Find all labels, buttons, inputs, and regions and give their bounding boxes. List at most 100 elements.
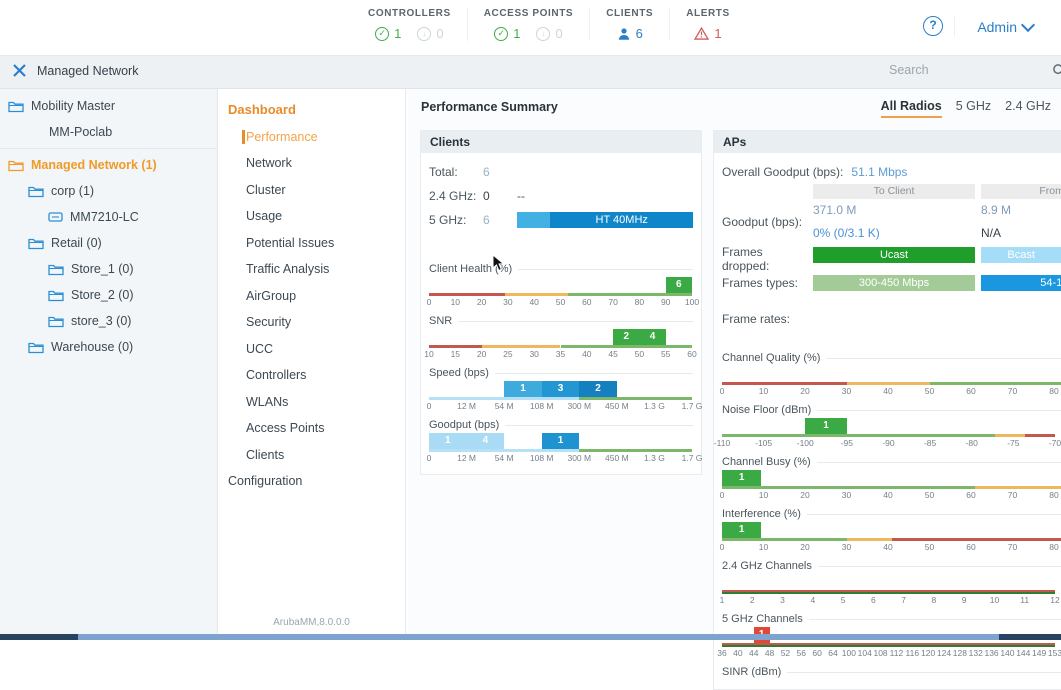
axis-segment xyxy=(579,449,692,452)
stat-value: 0 xyxy=(436,26,443,41)
stat-group-alerts[interactable]: ALERTS1 xyxy=(669,8,746,41)
horizontal-scrollbar[interactable] xyxy=(0,634,1061,640)
tick-label: -85 xyxy=(924,438,936,448)
nav-item-access-points[interactable]: Access Points xyxy=(218,415,405,442)
chart-ticks: 0102030405060708090100 xyxy=(722,542,1061,553)
noise-floor-title: Noise Floor (dBm) xyxy=(722,403,1061,417)
folder-icon xyxy=(28,237,44,250)
tick-label: 10 xyxy=(451,297,460,307)
stat-group-clients[interactable]: CLIENTS6 xyxy=(589,8,669,41)
channel-quality-title: Channel Quality (%) xyxy=(722,351,1061,365)
chart-plot: 24 xyxy=(429,329,692,345)
sidebar-item-store-3-0-[interactable]: store_3 (0) xyxy=(0,308,217,334)
ht-mode-bar-label: HT 40MHz xyxy=(550,212,693,228)
nav-item-network[interactable]: Network xyxy=(218,150,405,177)
tick-label: 25 xyxy=(503,349,512,359)
clients-panel-title: Clients xyxy=(421,131,701,153)
nav-item-usage[interactable]: Usage xyxy=(218,203,405,230)
chart-plot xyxy=(722,366,1061,382)
title-rule xyxy=(817,410,1061,411)
nav-item-cluster[interactable]: Cluster xyxy=(218,177,405,204)
nav-item-airgroup[interactable]: AirGroup xyxy=(218,283,405,310)
sidebar-item-store-1-0-[interactable]: Store_1 (0) xyxy=(0,256,217,282)
close-icon[interactable] xyxy=(12,63,27,78)
axis-segment xyxy=(579,397,692,400)
chart-ticks: 012 M54 M108 M300 M450 M1.3 G1.7 G xyxy=(429,401,692,412)
stat-group-controllers[interactable]: CONTROLLERS✓1↓0 xyxy=(352,8,467,41)
tick-label: 20 xyxy=(800,386,809,396)
sidebar-item-retail-0-[interactable]: Retail (0) xyxy=(0,230,217,256)
scrollbar-segment-right[interactable] xyxy=(999,634,1061,640)
frame-bar-300-450-mbps: 300-450 Mbps xyxy=(813,275,975,291)
tick-label: 20 xyxy=(800,542,809,552)
tab-2-4-ghz[interactable]: 2.4 GHz xyxy=(1005,99,1051,118)
tick-label: 1.3 G xyxy=(644,401,665,411)
axis-segment xyxy=(482,345,561,348)
clients-5ghz-row: 5 GHz: 6 HT 40MHz xyxy=(429,208,693,232)
chart-title-text: SINR (dBm) xyxy=(722,666,781,678)
clients-total-row: Total: 6 xyxy=(429,160,693,184)
frame-rates-label: Frame rates: xyxy=(722,293,807,345)
scrollbar-segment-left[interactable] xyxy=(0,634,78,640)
tick-label: 50 xyxy=(925,490,934,500)
folder-icon xyxy=(28,341,44,354)
title-rule xyxy=(818,566,1061,567)
folder-icon xyxy=(48,263,64,276)
nav-item-security[interactable]: Security xyxy=(218,309,405,336)
up-check-icon: ✓ xyxy=(494,27,508,41)
tick-label: 0 xyxy=(427,453,432,463)
ht-mode-bar-light xyxy=(517,212,550,228)
chart-title-text: 2.4 GHz Channels xyxy=(722,560,812,572)
tick-label: 144 xyxy=(1016,648,1030,658)
title-rule xyxy=(817,462,1061,463)
sidebar-item-warehouse-0-[interactable]: Warehouse (0) xyxy=(0,334,217,360)
sidebar-item-label: MM7210-LC xyxy=(70,210,139,224)
nav-item-performance[interactable]: Performance xyxy=(218,124,405,151)
nav-item-wlans[interactable]: WLANs xyxy=(218,389,405,416)
axis-segment xyxy=(429,345,482,348)
ch24-chart: 2.4 GHz Channels123456789101112 xyxy=(722,559,1061,606)
tick-label: 80 xyxy=(1049,542,1058,552)
down-circle-icon: ↓ xyxy=(536,27,550,41)
band5-label: 5 GHz: xyxy=(429,213,483,227)
nav-item-ucc[interactable]: UCC xyxy=(218,336,405,363)
nav-item-potential-issues[interactable]: Potential Issues xyxy=(218,230,405,257)
sidebar-item-managed-network-1-[interactable]: Managed Network (1) xyxy=(0,152,217,178)
help-icon[interactable]: ? xyxy=(923,16,943,36)
tab-all-radios[interactable]: All Radios xyxy=(881,99,942,118)
aps-panel-title: APs xyxy=(714,131,1061,153)
sidebar-item-mm7210-lc[interactable]: MM7210-LC xyxy=(0,204,217,230)
nav-item-dashboard[interactable]: Dashboard xyxy=(218,97,405,124)
search-icon[interactable] xyxy=(1052,63,1061,78)
frame-bar-54-108-mb: 54-108 Mb xyxy=(981,275,1061,291)
sidebar-item-corp-1-[interactable]: corp (1) xyxy=(0,178,217,204)
sidebar-item-mobility-master[interactable]: Mobility Master xyxy=(0,93,217,119)
tick-label: 80 xyxy=(1049,386,1058,396)
folder-icon xyxy=(28,185,44,198)
nav-item-clients[interactable]: Clients xyxy=(218,442,405,469)
tick-label: 124 xyxy=(937,648,951,658)
goodput-to-value: 371.0 M xyxy=(813,199,975,222)
stat-group-access-points[interactable]: ACCESS POINTS✓1↓0 xyxy=(467,8,589,41)
tick-label: 0 xyxy=(427,297,432,307)
chart-ticks: 0102030405060708090100 xyxy=(429,297,692,308)
tab-5-ghz[interactable]: 5 GHz xyxy=(956,99,991,118)
tick-label: 8 xyxy=(932,595,937,605)
sidebar-item-mm-poclab[interactable]: MM-Poclab xyxy=(0,119,217,145)
tick-label: -110 xyxy=(714,438,730,448)
sidebar-item-store-2-0-[interactable]: Store_2 (0) xyxy=(0,282,217,308)
user-menu[interactable]: Admin xyxy=(954,17,1033,37)
nav-item-traffic-analysis[interactable]: Traffic Analysis xyxy=(218,256,405,283)
alert-triangle-icon xyxy=(694,27,709,40)
search-input[interactable] xyxy=(887,62,1052,78)
chart-plot: 132 xyxy=(429,381,692,397)
tick-label: 90 xyxy=(661,297,670,307)
nav-item-controllers[interactable]: Controllers xyxy=(218,362,405,389)
app-window: { "header": { "help_label": "?", "user_l… xyxy=(0,0,1061,640)
tick-label: 136 xyxy=(984,648,998,658)
tick-label: 10 xyxy=(424,349,433,359)
tick-label: 50 xyxy=(556,297,565,307)
frame-types-from-bar: BcastMcast xyxy=(981,247,1061,263)
chart-title-text: SNR xyxy=(429,315,452,327)
nav-item-configuration[interactable]: Configuration xyxy=(218,468,405,495)
